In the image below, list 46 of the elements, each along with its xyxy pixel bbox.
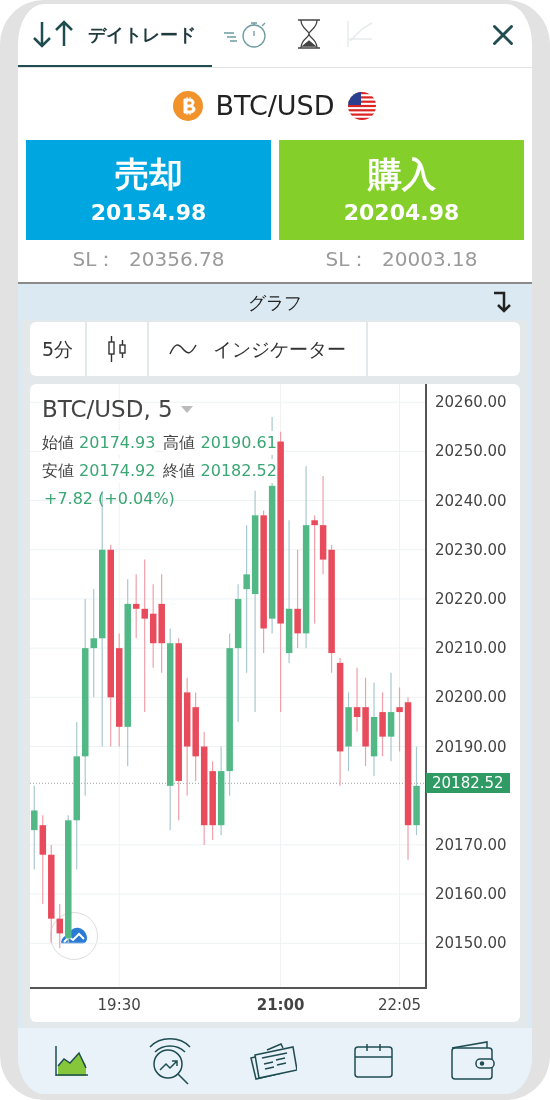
line-chart-icon	[346, 19, 374, 50]
y-axis-label: 20160.00	[435, 885, 507, 904]
x-axis-label: 22:05	[377, 995, 422, 1016]
nav-button[interactable]	[354, 1043, 395, 1079]
price-change: +7.82 (+0.04%)	[44, 487, 176, 510]
y-axis-label: 20250.00	[435, 442, 507, 461]
stop-loss-label: SL： 20356.78	[71, 246, 226, 273]
nav-button[interactable]	[54, 1044, 91, 1078]
ohlc-value: 高値 20190.61	[163, 430, 277, 455]
y-axis-label: 20170.00	[435, 835, 507, 854]
y-axis-label: 20260.00	[435, 393, 507, 412]
x-axis-label: 21:00	[256, 995, 305, 1016]
calendar-icon	[354, 1043, 395, 1079]
area-chart-icon	[54, 1044, 91, 1078]
candle-type-button[interactable]	[87, 322, 148, 376]
wallet-icon	[451, 1041, 496, 1081]
y-axis-label: 20230.00	[435, 540, 507, 559]
ohlc-value: 終値 20182.52	[163, 458, 277, 483]
bitcoin-icon	[173, 90, 204, 121]
section-title: グラフ	[248, 290, 302, 315]
nav-button[interactable]	[248, 1042, 297, 1080]
x-axis-label: 19:30	[97, 995, 141, 1016]
flag-icon	[346, 90, 377, 121]
nav-button[interactable]	[147, 1037, 192, 1085]
wave-icon	[169, 342, 198, 356]
nav-button[interactable]	[451, 1041, 496, 1081]
instrument-name: BTC/USD	[215, 88, 335, 123]
indicators-button[interactable]: インジケーター	[149, 322, 367, 376]
y-axis-label: 20210.00	[435, 639, 507, 658]
tab[interactable]: デイトレード	[18, 4, 212, 67]
hourglass-icon	[296, 18, 322, 51]
newspaper-icon	[248, 1042, 297, 1080]
y-axis-label: 20220.00	[435, 589, 507, 608]
interval-button[interactable]: 5分	[30, 322, 86, 376]
ohlc-value: 始値 20174.93	[42, 430, 156, 455]
curved-arrow-icon[interactable]	[492, 290, 514, 314]
y-axis-label: 20200.00	[435, 688, 507, 707]
y-axis-label: 20240.00	[435, 491, 507, 510]
y-axis-label: 20150.00	[435, 934, 507, 953]
candlestick-icon	[107, 334, 128, 364]
ohlc-value: 安値 20174.92	[42, 458, 156, 483]
magnifier-trend-icon	[147, 1037, 192, 1085]
y-axis-label: 20190.00	[435, 737, 507, 756]
stop-loss-label: SL： 20003.18	[324, 246, 479, 273]
last-price-tag: 20182.52	[426, 773, 510, 794]
chart-symbol: BTC/USD, 5	[42, 395, 173, 424]
